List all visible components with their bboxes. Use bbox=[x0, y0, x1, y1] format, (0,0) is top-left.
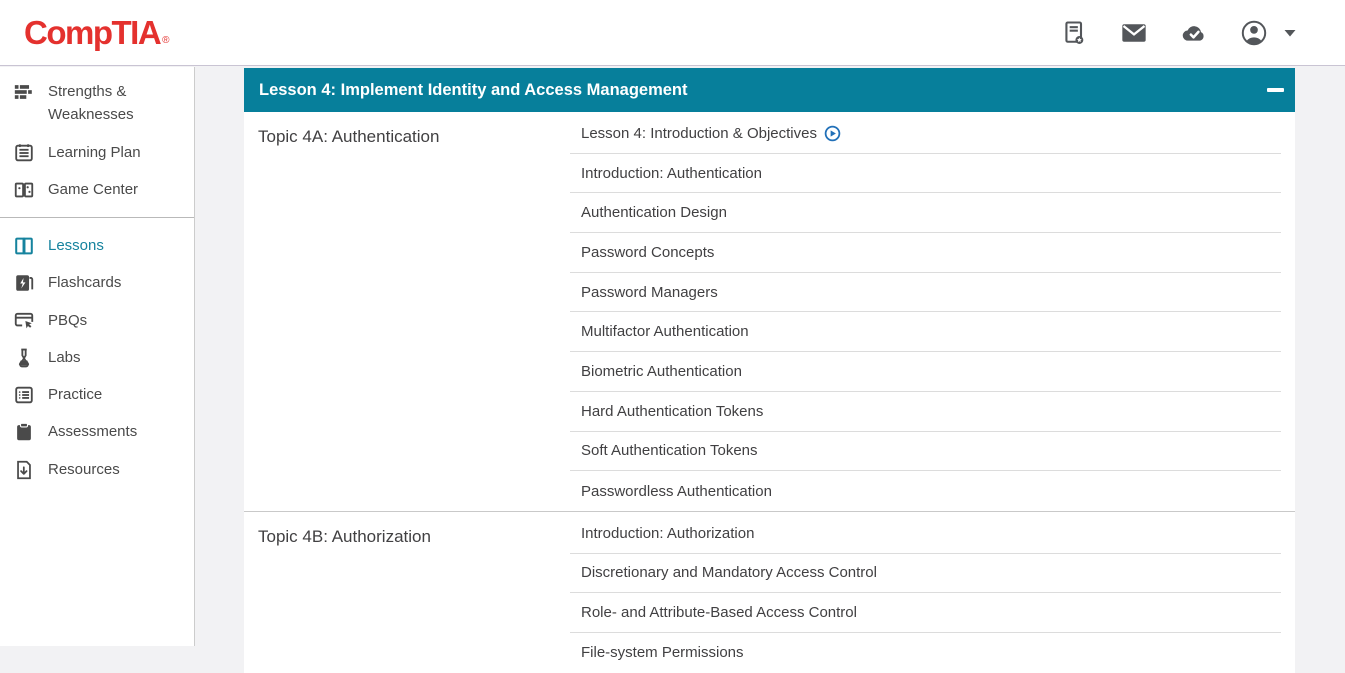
lesson-item[interactable]: File-system Permissions bbox=[570, 633, 1281, 673]
lesson-item-label: File-system Permissions bbox=[581, 644, 744, 661]
lesson-item-label: Soft Authentication Tokens bbox=[581, 442, 758, 459]
sidebar-item-assessments[interactable]: Assessments bbox=[0, 413, 194, 450]
lesson-item-label: Hard Authentication Tokens bbox=[581, 403, 763, 420]
sidebar-item-game-center[interactable]: Game Center bbox=[0, 171, 194, 208]
assessments-icon bbox=[13, 421, 35, 443]
flashcards-icon bbox=[13, 272, 35, 294]
labs-icon bbox=[13, 347, 35, 369]
lesson-item-label: Discretionary and Mandatory Access Contr… bbox=[581, 564, 877, 581]
strengths-icon bbox=[13, 81, 35, 103]
lesson-item[interactable]: Hard Authentication Tokens bbox=[570, 392, 1281, 432]
lesson-title: Lesson 4: Implement Identity and Access … bbox=[244, 81, 688, 100]
lesson-item[interactable]: Authentication Design bbox=[570, 193, 1281, 233]
lesson-item-label: Authentication Design bbox=[581, 204, 727, 221]
sidebar-divider bbox=[0, 217, 194, 218]
lesson-item[interactable]: Password Concepts bbox=[570, 233, 1281, 273]
topic-section-4a: Topic 4A: Authentication Lesson 4: Intro… bbox=[244, 112, 1295, 511]
account-menu[interactable] bbox=[1239, 18, 1305, 48]
lesson-item[interactable]: Lesson 4: Introduction & Objectives bbox=[570, 114, 1281, 154]
lesson-item[interactable]: Biometric Authentication bbox=[570, 352, 1281, 392]
comptia-logo[interactable]: CompTIA ® bbox=[24, 16, 170, 49]
sidebar-item-label: Assessments bbox=[48, 420, 137, 443]
topbar-icon-group bbox=[1059, 18, 1305, 48]
lesson-panel: Topic 4A: Authentication Lesson 4: Intro… bbox=[244, 112, 1295, 673]
resources-icon bbox=[13, 459, 35, 481]
lesson-item-label: Lesson 4: Introduction & Objectives bbox=[581, 125, 817, 142]
sidebar-item-label: PBQs bbox=[48, 309, 87, 332]
lesson-item-label: Biometric Authentication bbox=[581, 363, 742, 380]
collapse-button[interactable] bbox=[1255, 68, 1295, 112]
minus-icon bbox=[1267, 88, 1284, 92]
logo-text: CompTIA bbox=[24, 16, 160, 49]
sidebar-item-strengths-weaknesses[interactable]: Strengths & Weaknesses bbox=[0, 73, 194, 134]
lesson-item-label: Password Concepts bbox=[581, 244, 714, 261]
lesson-item[interactable]: Multifactor Authentication bbox=[570, 312, 1281, 352]
lesson-item[interactable]: Soft Authentication Tokens bbox=[570, 432, 1281, 472]
lesson-item-label: Password Managers bbox=[581, 284, 718, 301]
lesson-content: Lesson 4: Implement Identity and Access … bbox=[244, 67, 1295, 673]
lesson-item[interactable]: Role- and Attribute-Based Access Control bbox=[570, 593, 1281, 633]
sidebar-item-learning-plan[interactable]: Learning Plan bbox=[0, 134, 194, 171]
play-icon[interactable] bbox=[824, 125, 841, 142]
sidebar-item-resources[interactable]: Resources bbox=[0, 451, 194, 488]
sidebar-item-label: Strengths & Weaknesses bbox=[48, 80, 158, 127]
lesson-item-label: Introduction: Authentication bbox=[581, 165, 762, 182]
pbqs-icon bbox=[13, 310, 35, 332]
sidebar-item-pbqs[interactable]: PBQs bbox=[0, 302, 194, 339]
lesson-item-label: Role- and Attribute-Based Access Control bbox=[581, 604, 857, 621]
lessons-icon bbox=[13, 235, 35, 257]
sidebar-item-label: Game Center bbox=[48, 178, 138, 201]
lesson-item-label: Multifactor Authentication bbox=[581, 323, 749, 340]
topic-title: Topic 4A: Authentication bbox=[258, 127, 570, 147]
lesson-item-label: Introduction: Authorization bbox=[581, 525, 754, 542]
lesson-item[interactable]: Passwordless Authentication bbox=[570, 471, 1281, 511]
registered-mark: ® bbox=[162, 33, 169, 49]
lesson-item[interactable]: Introduction: Authentication bbox=[570, 154, 1281, 194]
notes-icon[interactable] bbox=[1059, 18, 1089, 48]
sidebar-item-label: Labs bbox=[48, 346, 81, 369]
cloud-sync-icon[interactable] bbox=[1179, 18, 1209, 48]
mail-icon[interactable] bbox=[1119, 18, 1149, 48]
sidebar-nav: Strengths & Weaknesses Learning Plan Gam… bbox=[0, 67, 195, 646]
sidebar-item-label: Learning Plan bbox=[48, 141, 141, 164]
sidebar-item-label: Flashcards bbox=[48, 271, 121, 294]
lesson-item[interactable]: Discretionary and Mandatory Access Contr… bbox=[570, 554, 1281, 594]
learning-plan-icon bbox=[13, 142, 35, 164]
lesson-item[interactable]: Password Managers bbox=[570, 273, 1281, 313]
top-header: CompTIA ® bbox=[0, 0, 1345, 66]
game-center-icon bbox=[13, 179, 35, 201]
sidebar-item-practice[interactable]: Practice bbox=[0, 376, 194, 413]
sidebar-item-labs[interactable]: Labs bbox=[0, 339, 194, 376]
account-icon[interactable] bbox=[1239, 18, 1269, 48]
sidebar-item-flashcards[interactable]: Flashcards bbox=[0, 264, 194, 301]
caret-down-icon[interactable] bbox=[1275, 18, 1305, 48]
topic-title: Topic 4B: Authorization bbox=[258, 527, 570, 547]
sidebar-item-label: Resources bbox=[48, 458, 120, 481]
sidebar-item-label: Lessons bbox=[48, 234, 104, 257]
practice-icon bbox=[13, 384, 35, 406]
lesson-accordion-header[interactable]: Lesson 4: Implement Identity and Access … bbox=[244, 68, 1295, 112]
lesson-item[interactable]: Introduction: Authorization bbox=[570, 514, 1281, 554]
lesson-item-label: Passwordless Authentication bbox=[581, 483, 772, 500]
topic-section-4b: Topic 4B: Authorization Introduction: Au… bbox=[244, 511, 1295, 673]
sidebar-item-lessons[interactable]: Lessons bbox=[0, 227, 194, 264]
sidebar-item-label: Practice bbox=[48, 383, 102, 406]
